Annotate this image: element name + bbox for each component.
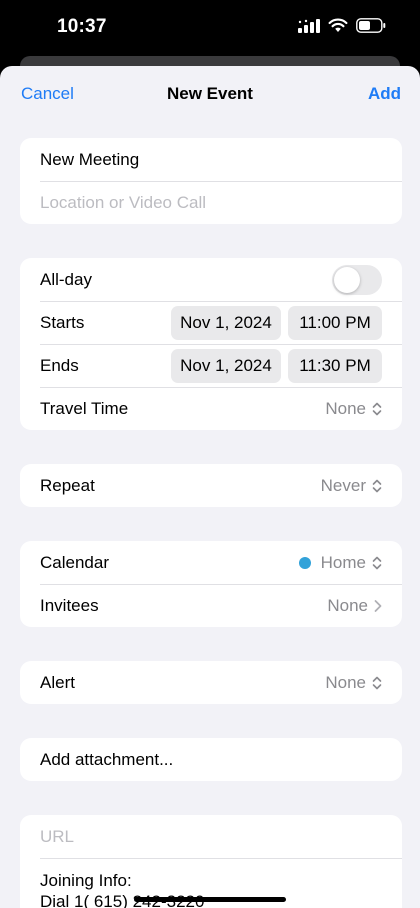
repeat-value-wrap: Never <box>321 464 382 507</box>
chevron-updown-icon <box>372 479 382 492</box>
repeat-row[interactable]: Repeat Never <box>20 464 402 507</box>
calendar-row[interactable]: Calendar Home <box>20 541 402 584</box>
url-field-placeholder: URL <box>40 826 75 846</box>
url-field[interactable]: URL <box>20 815 402 858</box>
calendar-color-dot <box>298 556 311 569</box>
alert-value: None <box>325 672 366 692</box>
location-field[interactable]: Location or Video Call <box>20 181 402 224</box>
alert-value-wrap: None <box>325 661 382 704</box>
calendar-value: Home <box>320 552 366 572</box>
allday-row: All-day <box>20 258 402 301</box>
travel-time-value: None <box>325 398 366 418</box>
cellular-signal-icon <box>298 18 320 33</box>
add-button[interactable]: Add <box>368 84 401 104</box>
alert-group: Alert None <box>20 661 402 704</box>
title-field[interactable]: New Meeting <box>20 138 402 181</box>
ends-date-button[interactable]: Nov 1, 2024 <box>171 349 281 383</box>
home-indicator <box>134 897 286 902</box>
ends-row: Ends Nov 1, 2024 11:30 PM <box>20 344 402 387</box>
toggle-knob <box>334 267 360 293</box>
add-attachment-label: Add attachment... <box>40 749 174 769</box>
chevron-updown-icon <box>372 676 382 689</box>
nav-bar: Cancel New Event Add <box>0 66 420 122</box>
starts-time-button[interactable]: 11:00 PM <box>288 306 382 340</box>
page-title: New Event <box>167 84 253 103</box>
status-bar: 10:37 <box>0 0 420 56</box>
location-field-placeholder: Location or Video Call <box>40 192 207 212</box>
chevron-updown-icon <box>372 402 382 415</box>
wifi-icon <box>328 18 348 33</box>
alert-row[interactable]: Alert None <box>20 661 402 704</box>
invitees-row[interactable]: Invitees None <box>20 584 402 627</box>
travel-time-row[interactable]: Travel Time None <box>20 387 402 430</box>
calendar-value-wrap: Home <box>298 541 382 584</box>
new-event-sheet: Cancel New Event Add New Meeting Locatio… <box>0 66 420 908</box>
invitees-value-wrap: None <box>327 584 382 627</box>
calendar-group: Calendar Home Invitees None <box>20 541 402 627</box>
ends-time-button[interactable]: 11:30 PM <box>288 349 382 383</box>
repeat-group: Repeat Never <box>20 464 402 507</box>
status-time: 10:37 <box>57 16 107 37</box>
status-icons <box>298 18 386 33</box>
allday-toggle[interactable] <box>332 265 382 295</box>
notes-line: Joining Info: <box>40 871 132 890</box>
battery-icon <box>356 18 386 33</box>
starts-row: Starts Nov 1, 2024 11:00 PM <box>20 301 402 344</box>
invitees-value: None <box>327 595 368 615</box>
time-group: All-day Starts Nov 1, 2024 11:00 PM Ends… <box>20 258 402 430</box>
chevron-updown-icon <box>372 556 382 569</box>
repeat-value: Never <box>320 475 366 495</box>
attachment-group: Add attachment... <box>20 738 402 781</box>
travel-time-value-wrap: None <box>325 387 382 430</box>
add-attachment-button[interactable]: Add attachment... <box>20 738 402 781</box>
starts-date-button[interactable]: Nov 1, 2024 <box>171 306 281 340</box>
title-field-value: New Meeting <box>40 149 140 169</box>
url-notes-group: URL Joining Info: Dial 1( 615) 242-3220 <box>20 815 402 908</box>
title-location-group: New Meeting Location or Video Call <box>20 138 402 224</box>
chevron-right-icon <box>374 599 382 612</box>
